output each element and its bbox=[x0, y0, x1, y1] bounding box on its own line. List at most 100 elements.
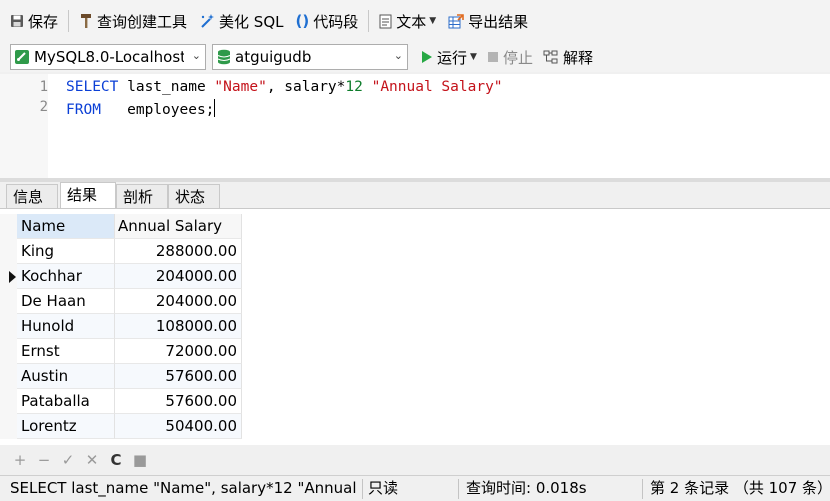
save-label: 保存 bbox=[28, 12, 59, 31]
result-grid[interactable]: Name Annual Salary King 288000.00 Kochhar 2… bbox=[0, 209, 830, 445]
status-record: 第 2 条记录 （共 107 条） bbox=[650, 479, 830, 497]
database-select[interactable]: atguigudb ⌄ bbox=[212, 44, 408, 70]
code-text: , salary* bbox=[266, 79, 346, 95]
code-number: 12 bbox=[345, 79, 363, 95]
chevron-down-icon: ⌄ bbox=[191, 49, 201, 62]
cell-annual-salary[interactable]: 204000.00 bbox=[115, 264, 242, 289]
cell-annual-salary[interactable]: 50400.00 bbox=[115, 414, 242, 439]
status-sql: SELECT last_name "Name", salary*12 "Annu… bbox=[10, 479, 361, 497]
save-button[interactable]: 保存 bbox=[4, 6, 64, 36]
explain-label: 解释 bbox=[562, 48, 593, 67]
line-number: 1 bbox=[39, 79, 48, 95]
play-icon bbox=[421, 50, 433, 64]
cell-annual-salary[interactable]: 72000.00 bbox=[115, 339, 242, 364]
row-indicator[interactable] bbox=[0, 314, 17, 339]
line-gutter: 1 2 bbox=[0, 74, 48, 178]
keyword-from: FROM bbox=[66, 102, 101, 118]
code-snippet-label: 代码段 bbox=[313, 12, 359, 31]
tab-status[interactable]: 状态 bbox=[168, 184, 220, 208]
status-bar: SELECT last_name "Name", salary*12 "Annu… bbox=[0, 475, 830, 501]
query-builder-button[interactable]: 查询创建工具 bbox=[73, 6, 193, 36]
column-header-annual-salary[interactable]: Annual Salary bbox=[115, 214, 242, 239]
connection-toolbar: MySQL8.0-Localhost ⌄ atguigudb ⌄ 运行 ▼ 停止… bbox=[0, 42, 830, 72]
code-column: last_name bbox=[118, 79, 215, 95]
cell-name[interactable]: King bbox=[17, 239, 115, 264]
row-indicator[interactable] bbox=[0, 239, 17, 264]
text-cursor bbox=[214, 99, 216, 117]
connection-select[interactable]: MySQL8.0-Localhost ⌄ bbox=[10, 44, 206, 70]
apply-changes-icon[interactable]: ✓ bbox=[56, 448, 80, 472]
magic-wand-icon bbox=[199, 13, 215, 29]
parentheses-icon: () bbox=[295, 12, 310, 30]
export-results-button[interactable]: 导出结果 bbox=[442, 6, 534, 36]
row-header-corner bbox=[0, 214, 17, 239]
keyword-select: SELECT bbox=[66, 79, 119, 95]
tab-info[interactable]: 信息 bbox=[6, 184, 58, 208]
delete-record-icon[interactable]: − bbox=[32, 448, 56, 472]
document-icon bbox=[379, 14, 392, 29]
run-button[interactable]: 运行 ▼ bbox=[416, 44, 482, 70]
dropdown-caret-icon[interactable]: ▼ bbox=[470, 52, 477, 62]
cell-name[interactable]: Pataballa bbox=[17, 389, 115, 414]
connection-name: MySQL8.0-Localhost bbox=[34, 48, 184, 66]
export-grid-icon bbox=[448, 13, 464, 29]
cell-annual-salary[interactable]: 57600.00 bbox=[115, 364, 242, 389]
code-string: "Name" bbox=[214, 79, 267, 95]
code-snippet-button[interactable]: () 代码段 bbox=[290, 6, 365, 36]
row-indicator[interactable] bbox=[0, 289, 17, 314]
row-indicator[interactable] bbox=[0, 264, 17, 289]
cell-name[interactable]: De Haan bbox=[17, 289, 115, 314]
discard-changes-icon[interactable]: ✕ bbox=[80, 448, 104, 472]
save-icon bbox=[10, 14, 24, 28]
row-indicator[interactable] bbox=[0, 414, 17, 439]
cell-name[interactable]: Ernst bbox=[17, 339, 115, 364]
stop-icon bbox=[487, 51, 499, 63]
row-indicator[interactable] bbox=[0, 389, 17, 414]
code-line-1: SELECT last_name "Name", salary*12 "Annu… bbox=[66, 79, 503, 95]
database-icon bbox=[217, 49, 231, 65]
database-name: atguigudb bbox=[235, 48, 312, 66]
chevron-down-icon: ⌄ bbox=[393, 49, 403, 62]
cell-name[interactable]: Lorentz bbox=[17, 414, 115, 439]
text-button[interactable]: 文本 ▼ bbox=[373, 6, 442, 36]
add-record-icon[interactable]: + bbox=[8, 448, 32, 472]
hammer-icon bbox=[79, 13, 93, 29]
run-label: 运行 bbox=[437, 48, 468, 67]
toolbar-divider bbox=[368, 10, 370, 32]
export-results-label: 导出结果 bbox=[468, 12, 529, 31]
tab-profile[interactable]: 剖析 bbox=[116, 184, 168, 208]
explain-button[interactable]: 解释 bbox=[538, 44, 598, 70]
connection-icon bbox=[14, 49, 30, 65]
stop-label: 停止 bbox=[502, 48, 533, 67]
beautify-sql-button[interactable]: 美化 SQL bbox=[193, 6, 289, 36]
status-query-time: 查询时间: 0.018s bbox=[466, 479, 587, 497]
cell-name[interactable]: Kochhar bbox=[17, 264, 115, 289]
row-indicator[interactable] bbox=[0, 364, 17, 389]
stop-loading-icon[interactable]: ■ bbox=[128, 448, 152, 472]
main-toolbar: 保存 查询创建工具 美化 SQL () 代码段 文本 ▼ 导出结果 bbox=[0, 0, 830, 42]
beautify-sql-label: 美化 SQL bbox=[219, 12, 284, 31]
stop-button[interactable]: 停止 bbox=[482, 44, 538, 70]
line-number: 2 bbox=[39, 99, 48, 115]
cell-name[interactable]: Hunold bbox=[17, 314, 115, 339]
query-builder-label: 查询创建工具 bbox=[97, 12, 188, 31]
cell-name[interactable]: Austin bbox=[17, 364, 115, 389]
cell-annual-salary[interactable]: 108000.00 bbox=[115, 314, 242, 339]
explain-tree-icon bbox=[543, 50, 559, 64]
row-indicator[interactable] bbox=[0, 339, 17, 364]
sql-editor[interactable]: 1 2 SELECT last_name "Name", salary*12 "… bbox=[0, 74, 830, 178]
column-header-name[interactable]: Name bbox=[17, 214, 115, 239]
code-line-2: FROM employees; bbox=[66, 99, 216, 118]
current-row-arrow-icon bbox=[9, 271, 16, 283]
refresh-icon[interactable]: C bbox=[104, 448, 128, 472]
cell-annual-salary[interactable]: 57600.00 bbox=[115, 389, 242, 414]
text-label: 文本 bbox=[396, 12, 427, 31]
toolbar-divider bbox=[68, 10, 70, 32]
dropdown-caret-icon: ▼ bbox=[429, 16, 437, 26]
cell-annual-salary[interactable]: 204000.00 bbox=[115, 289, 242, 314]
cell-annual-salary[interactable]: 288000.00 bbox=[115, 239, 242, 264]
result-tabs: 信息 结果 1 剖析 状态 bbox=[0, 182, 830, 228]
tab-result-1[interactable]: 结果 1 bbox=[60, 182, 116, 228]
status-readonly: 只读 bbox=[368, 479, 399, 497]
